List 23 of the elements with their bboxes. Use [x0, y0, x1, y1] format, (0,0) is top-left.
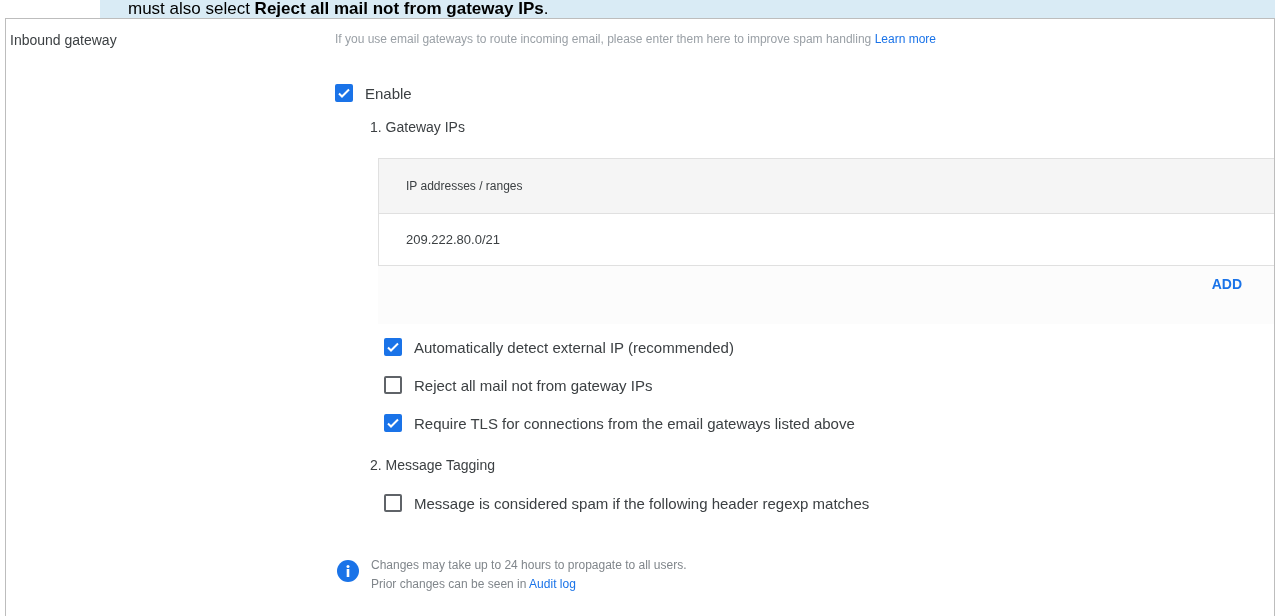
checkbox[interactable] — [335, 84, 353, 102]
checkbox[interactable] — [384, 338, 402, 356]
checkbox-label: Require TLS for connections from the email gateways listed above — [414, 414, 855, 432]
checkbox-label: Enable — [365, 84, 412, 102]
checkbox-label: Automatically detect external IP (recommended) — [414, 338, 734, 356]
setting-label: Inbound gateway — [10, 32, 117, 48]
learn-more-link[interactable]: Learn more — [874, 32, 936, 46]
description-text: If you use email gateways to route incoming email, please enter them here to improve spam handling — [335, 32, 872, 46]
table-cell-text: 209.222.80.0/21 — [405, 231, 501, 249]
checkbox-label: Message is considered spam if the following header regexp matches — [414, 494, 870, 512]
column-header: IP addresses / ranges — [379, 159, 1274, 214]
info-icon — [337, 560, 359, 582]
checkbox[interactable] — [384, 414, 402, 432]
note-text: Prior changes can be seen in — [371, 577, 527, 591]
section-heading: 1. Gateway IPs — [370, 118, 466, 137]
checkbox[interactable] — [384, 494, 402, 512]
banner-text: must also select Reject all mail not from gateway IPs. — [100, 0, 1275, 18]
section-heading: 2. Message Tagging — [370, 456, 497, 475]
note-text: Changes may take up to 24 hours to propagate to all users. — [371, 557, 687, 574]
add-button[interactable]: ADD — [1205, 272, 1248, 296]
audit-log-link[interactable]: Audit log — [529, 577, 576, 591]
checkbox[interactable] — [384, 376, 402, 394]
checkbox-label: Reject all mail not from gateway IPs — [414, 376, 653, 394]
